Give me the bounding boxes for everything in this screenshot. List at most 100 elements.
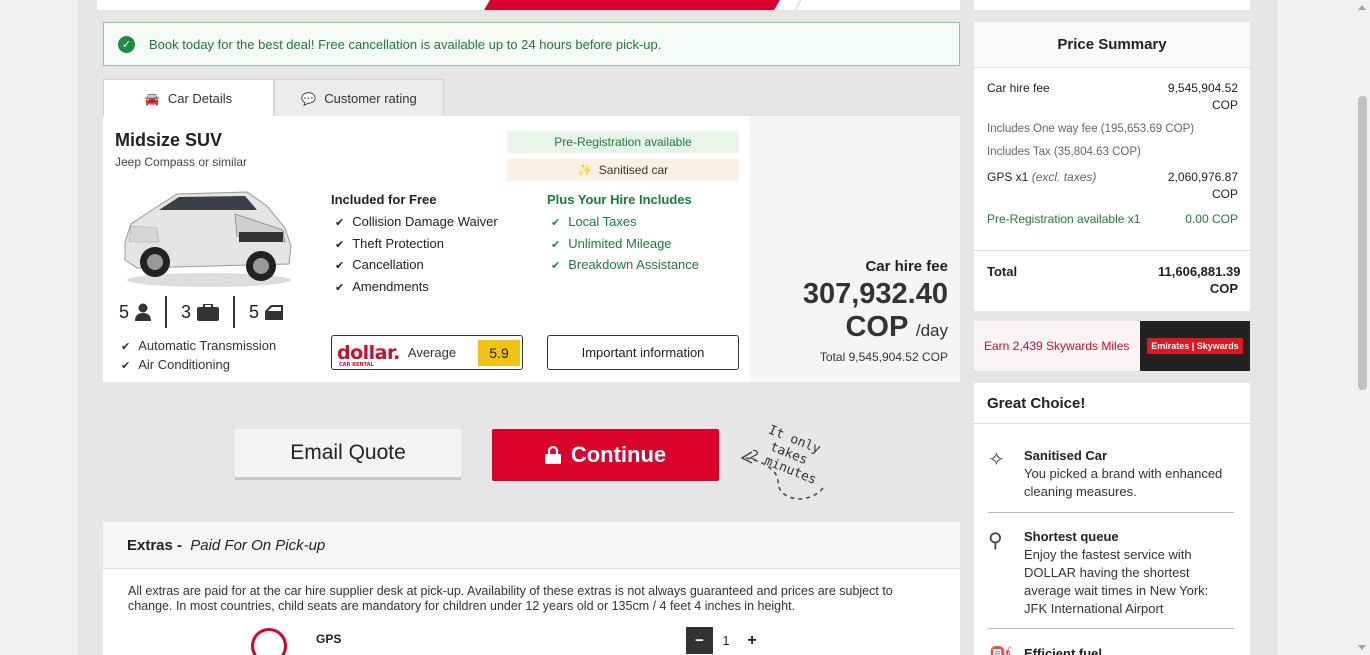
- summary-row: Includes Tax (35,804.63 COP): [987, 146, 1141, 158]
- divider: [988, 628, 1234, 629]
- sparkles-icon: ✨: [577, 163, 593, 177]
- gps-quantity: 1: [722, 633, 730, 648]
- bags-spec: 3: [165, 296, 233, 328]
- suitcase-icon: [197, 303, 220, 321]
- summary-total: Total 11,606,881.39 COP: [987, 264, 1241, 296]
- email-quote-button[interactable]: Email Quote: [235, 429, 461, 480]
- feature-item: Air Conditioning: [121, 356, 276, 375]
- included-item: Cancellation: [335, 255, 498, 277]
- rating-label: Average: [407, 345, 457, 360]
- fuel-icon: ⛽: [988, 645, 1016, 655]
- plus-item: Breakdown Assistance: [551, 255, 699, 277]
- great-choice-title: Great Choice!: [974, 383, 1250, 424]
- car-icon: 🚘: [144, 91, 160, 106]
- important-info-button[interactable]: Important information: [547, 335, 739, 370]
- lock-icon: [544, 446, 561, 464]
- great-choice-item: ⚲ Shortest queue Enjoy the fastest servi…: [988, 529, 1209, 616]
- prereg-badge: Pre-Registration available: [507, 131, 739, 153]
- step-separator: [794, 0, 802, 10]
- progress-steps: [97, 0, 960, 10]
- decrease-button[interactable]: −: [686, 627, 713, 654]
- included-title: Included for Free: [331, 192, 437, 207]
- great-choice-item: ⛽ Efficient fuel: [988, 645, 1234, 655]
- sparkles-icon: ✧: [988, 449, 1005, 471]
- included-item: Amendments: [335, 277, 498, 299]
- sanitised-badge: ✨ Sanitised car: [507, 159, 739, 181]
- gps-title: GPS: [316, 632, 342, 646]
- included-list: Collision Damage Waiver Theft Protection…: [335, 212, 498, 299]
- daily-price: 307,932.40 COP /day: [803, 278, 948, 347]
- doors-spec: 5: [233, 296, 297, 328]
- plus-list: Local Taxes Unlimited Mileage Breakdown …: [551, 212, 699, 277]
- chat-icon: 💬: [301, 91, 317, 106]
- car-image: [124, 191, 292, 287]
- price-label: Car hire fee: [865, 258, 948, 275]
- gps-icon: [251, 628, 287, 655]
- extras-subtitle: Paid For On Pick-up: [190, 536, 326, 554]
- check-circle-icon: ✓: [118, 35, 135, 53]
- gps-quantity-stepper: − 1 +: [686, 627, 765, 654]
- plus-item: Unlimited Mileage: [551, 234, 699, 256]
- included-item: Theft Protection: [335, 234, 498, 256]
- extras-title-sep: -: [172, 536, 187, 554]
- scrollbar-thumb[interactable]: [1358, 96, 1367, 390]
- seats-count: 5: [119, 301, 130, 322]
- sidebar-top-strip: [974, 0, 1250, 10]
- continue-label: Continue: [570, 442, 667, 467]
- car-specs: 5 3 5: [119, 296, 297, 328]
- scroll-down-arrow[interactable]: [1358, 645, 1366, 650]
- increase-button[interactable]: +: [739, 632, 765, 650]
- feature-item: Automatic Transmission: [121, 337, 276, 356]
- doors-count: 5: [249, 301, 260, 322]
- plus-item: Local Taxes: [551, 212, 699, 234]
- rating-score: 5.9: [478, 340, 520, 366]
- car-card: Midsize SUV Jeep Compass or similar 5 3 …: [103, 116, 960, 382]
- price-per: /day: [915, 321, 948, 340]
- tab-label: Car Details: [167, 91, 233, 106]
- dashed-arrow-icon: [740, 451, 824, 500]
- plus-title: Plus Your Hire Includes: [547, 192, 692, 207]
- sanitised-label: Sanitised car: [598, 163, 669, 177]
- car-title: Midsize SUV: [115, 130, 223, 150]
- scroll-up-arrow[interactable]: [1358, 5, 1366, 10]
- summary-row: Car hire fee 9,545,904.52 COP: [987, 81, 1238, 112]
- continue-button[interactable]: Continue: [492, 429, 719, 481]
- price-summary-title: Price Summary: [974, 22, 1250, 68]
- price-summary: Price Summary Car hire fee 9,545,904.52 …: [974, 22, 1250, 311]
- active-step-indicator: [484, 0, 780, 10]
- tab-car-details[interactable]: 🚘 Car Details: [103, 79, 274, 117]
- summary-divider: [974, 250, 1250, 251]
- car-tabs: 🚘 Car Details 💬 Customer rating: [103, 79, 444, 117]
- person-icon: [135, 303, 152, 321]
- promo-text: Book today for the best deal! Free cance…: [149, 36, 662, 52]
- scrollbar[interactable]: [1355, 0, 1370, 655]
- extras-description: All extras are paid for at the car hire …: [128, 584, 893, 613]
- extras-title: Extras: [127, 536, 173, 554]
- tab-label: Customer rating: [324, 91, 417, 106]
- great-choice-panel: Great Choice! ✧ Sanitised Car You picked…: [974, 383, 1250, 655]
- car-features: Automatic Transmission Air Conditioning: [121, 337, 276, 375]
- extras-section: Extras - Paid For On Pick-up All extras …: [103, 522, 960, 655]
- skywards-text: Earn 2,439 Skywards Miles: [984, 339, 1130, 353]
- summary-row: GPS x1 (excl. taxes) 2,060,976.87 COP: [987, 170, 1238, 201]
- price-amount: 307,932.40: [802, 278, 948, 310]
- summary-row: Includes One way fee (195,653.69 COP): [987, 123, 1195, 135]
- dollar-logo: dollar. CAR RENTAL: [337, 341, 400, 368]
- price-total: Total 9,545,904.52 COP: [819, 350, 948, 364]
- summary-row: Pre-Registration available x1 0.00 COP: [987, 212, 1238, 226]
- seats-spec: 5: [119, 296, 165, 328]
- emirates-skywards-logo: Emirates | Skywards: [1140, 321, 1250, 371]
- bags-count: 3: [181, 301, 192, 322]
- tab-customer-rating[interactable]: 💬 Customer rating: [274, 79, 444, 117]
- promo-banner: ✓ Book today for the best deal! Free can…: [103, 22, 960, 66]
- price-currency: COP: [845, 311, 908, 343]
- car-door-icon: [265, 304, 284, 320]
- included-item: Collision Damage Waiver: [335, 212, 497, 234]
- skywards-banner: Earn 2,439 Skywards Miles Emirates | Sky…: [974, 321, 1250, 371]
- supplier-rating[interactable]: dollar. CAR RENTAL Average 5.9: [331, 335, 523, 370]
- divider: [988, 512, 1234, 513]
- great-choice-item: ✧ Sanitised Car You picked a brand with …: [988, 448, 1223, 499]
- extras-header: Extras - Paid For On Pick-up: [103, 522, 960, 569]
- car-subtitle: Jeep Compass or similar: [115, 155, 248, 169]
- queue-icon: ⚲: [988, 530, 1003, 552]
